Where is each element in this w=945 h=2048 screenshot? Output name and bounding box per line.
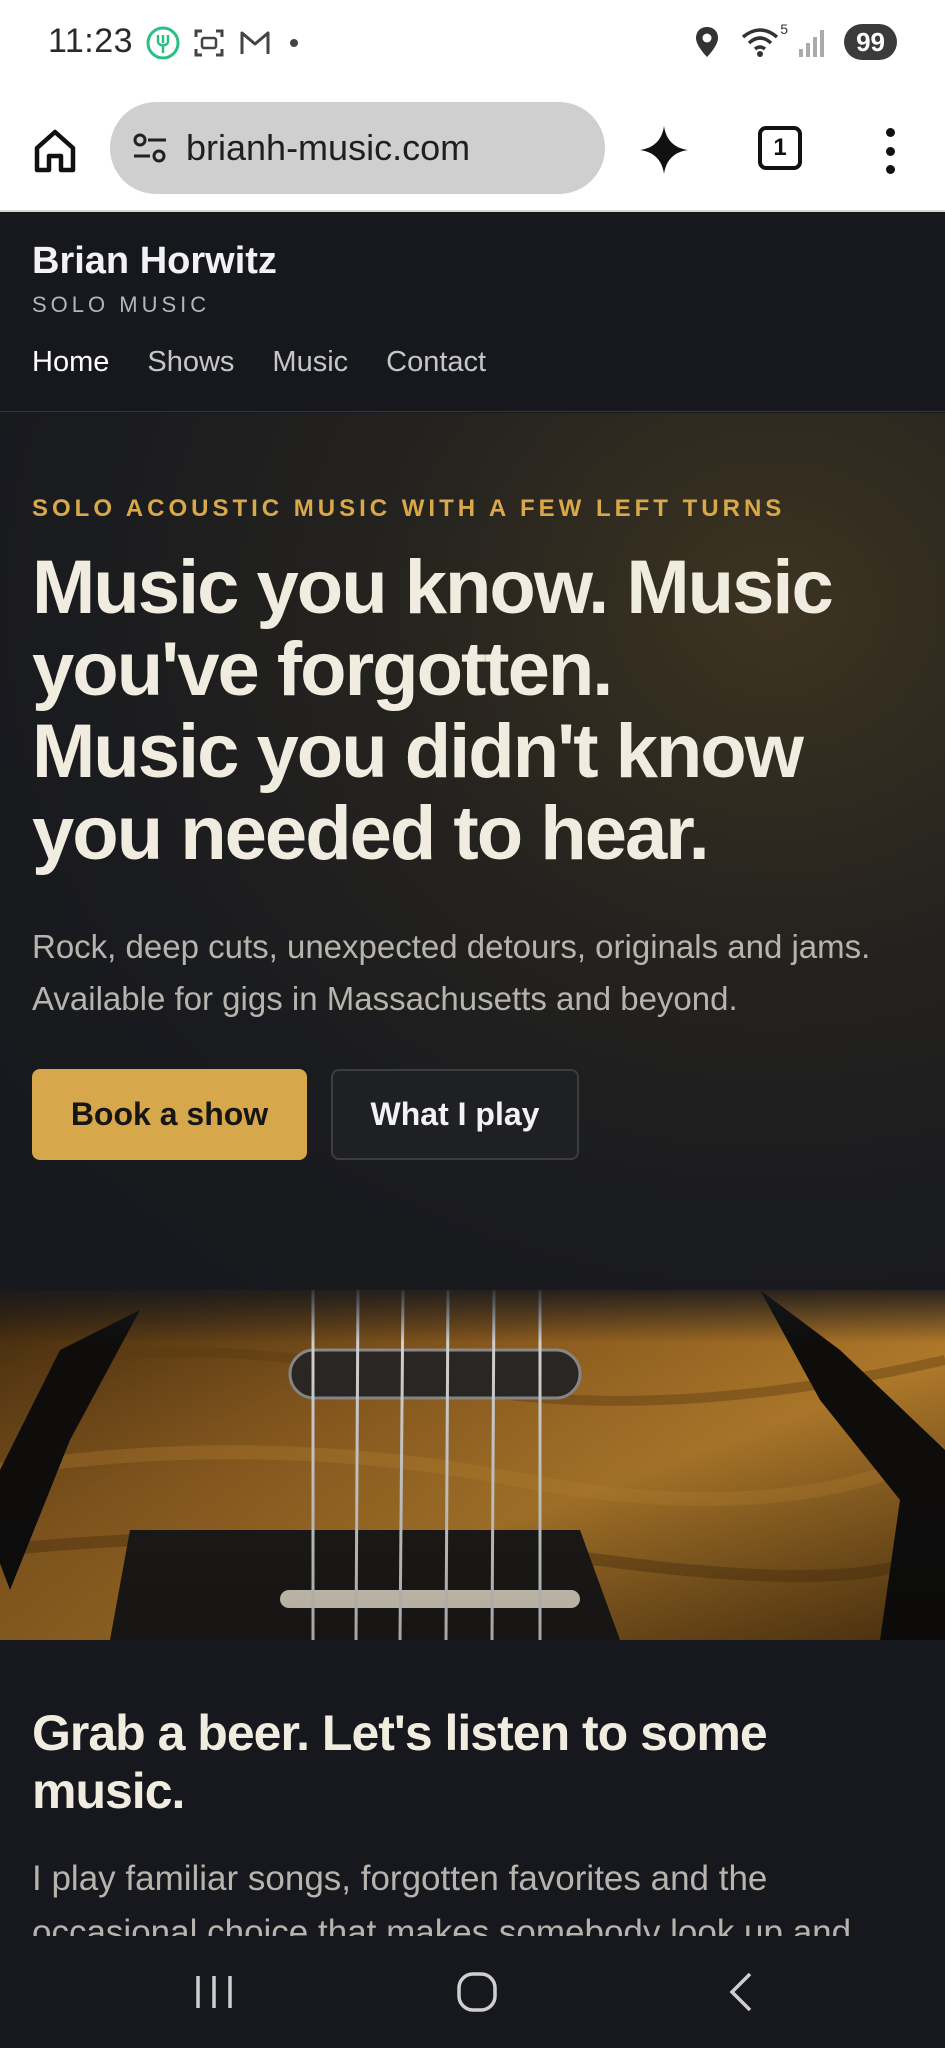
book-show-button[interactable]: Book a show <box>32 1069 307 1160</box>
hero-kicker: SOLO ACOUSTIC MUSIC WITH A FEW LEFT TURN… <box>32 495 786 522</box>
nav-home[interactable]: Home <box>32 346 109 379</box>
screenshot-icon <box>192 26 226 60</box>
hero-headline-line-1: Music you know. Music you've forgotten. <box>32 545 834 712</box>
site-nav: Home Shows Music Contact <box>32 346 486 379</box>
gmail-icon <box>238 26 272 60</box>
wifi-icon: 5 <box>738 21 788 59</box>
site-header: Brian Horwitz SOLO MUSIC Home Shows Musi… <box>0 212 945 412</box>
intro-text: I play familiar songs, forgotten favorit… <box>32 1859 852 1940</box>
what-i-play-button[interactable]: What I play <box>331 1069 579 1160</box>
intro-section: Grab a beer. Let's listen to some music.… <box>0 1640 945 1940</box>
nav-shows[interactable]: Shows <box>147 346 234 379</box>
status-time: 11:23 <box>48 22 134 60</box>
brand-tagline: SOLO MUSIC <box>32 292 211 317</box>
url-text: brianh-music.com <box>186 127 471 168</box>
site-settings-icon[interactable] <box>130 128 170 168</box>
nav-music[interactable]: Music <box>272 346 348 379</box>
battery-indicator: 99 <box>844 24 897 60</box>
status-notification-icons <box>146 26 298 60</box>
brand-name[interactable]: Brian Horwitz <box>32 240 277 283</box>
hero-section: SOLO ACOUSTIC MUSIC WITH A FEW LEFT TURN… <box>0 413 945 1290</box>
gemini-spark-icon[interactable] <box>636 122 692 178</box>
guitar-photo <box>0 1290 945 1640</box>
tabs-icon[interactable]: 1 <box>758 126 802 170</box>
grubhub-icon <box>146 26 180 60</box>
home-icon[interactable] <box>30 122 80 178</box>
intro-title: Grab a beer. Let's listen to some music. <box>32 1705 768 1819</box>
more-notifications-dot <box>290 39 298 47</box>
nav-contact[interactable]: Contact <box>386 346 486 379</box>
browser-toolbar: brianh-music.com 1 <box>0 90 945 212</box>
address-bar[interactable]: brianh-music.com <box>110 102 605 194</box>
hero-headline: Music you know. Music you've forgotten. … <box>32 547 932 875</box>
status-system-icons: 5 99 <box>690 21 897 60</box>
home-nav-icon[interactable] <box>447 1966 507 2018</box>
signal-icon <box>796 25 830 59</box>
back-icon[interactable] <box>712 1966 772 2018</box>
more-menu-icon[interactable] <box>872 126 908 176</box>
recent-apps-icon[interactable] <box>184 1966 244 2018</box>
location-icon <box>690 25 724 59</box>
system-nav-bar <box>0 1936 945 2048</box>
hero-headline-line-2: Music you didn't know you needed to hear… <box>32 709 804 876</box>
hero-subtext: Rock, deep cuts, unexpected detours, ori… <box>32 928 871 1017</box>
status-bar: 11:23 5 99 <box>0 0 945 90</box>
wifi-badge: 5 <box>780 21 789 37</box>
